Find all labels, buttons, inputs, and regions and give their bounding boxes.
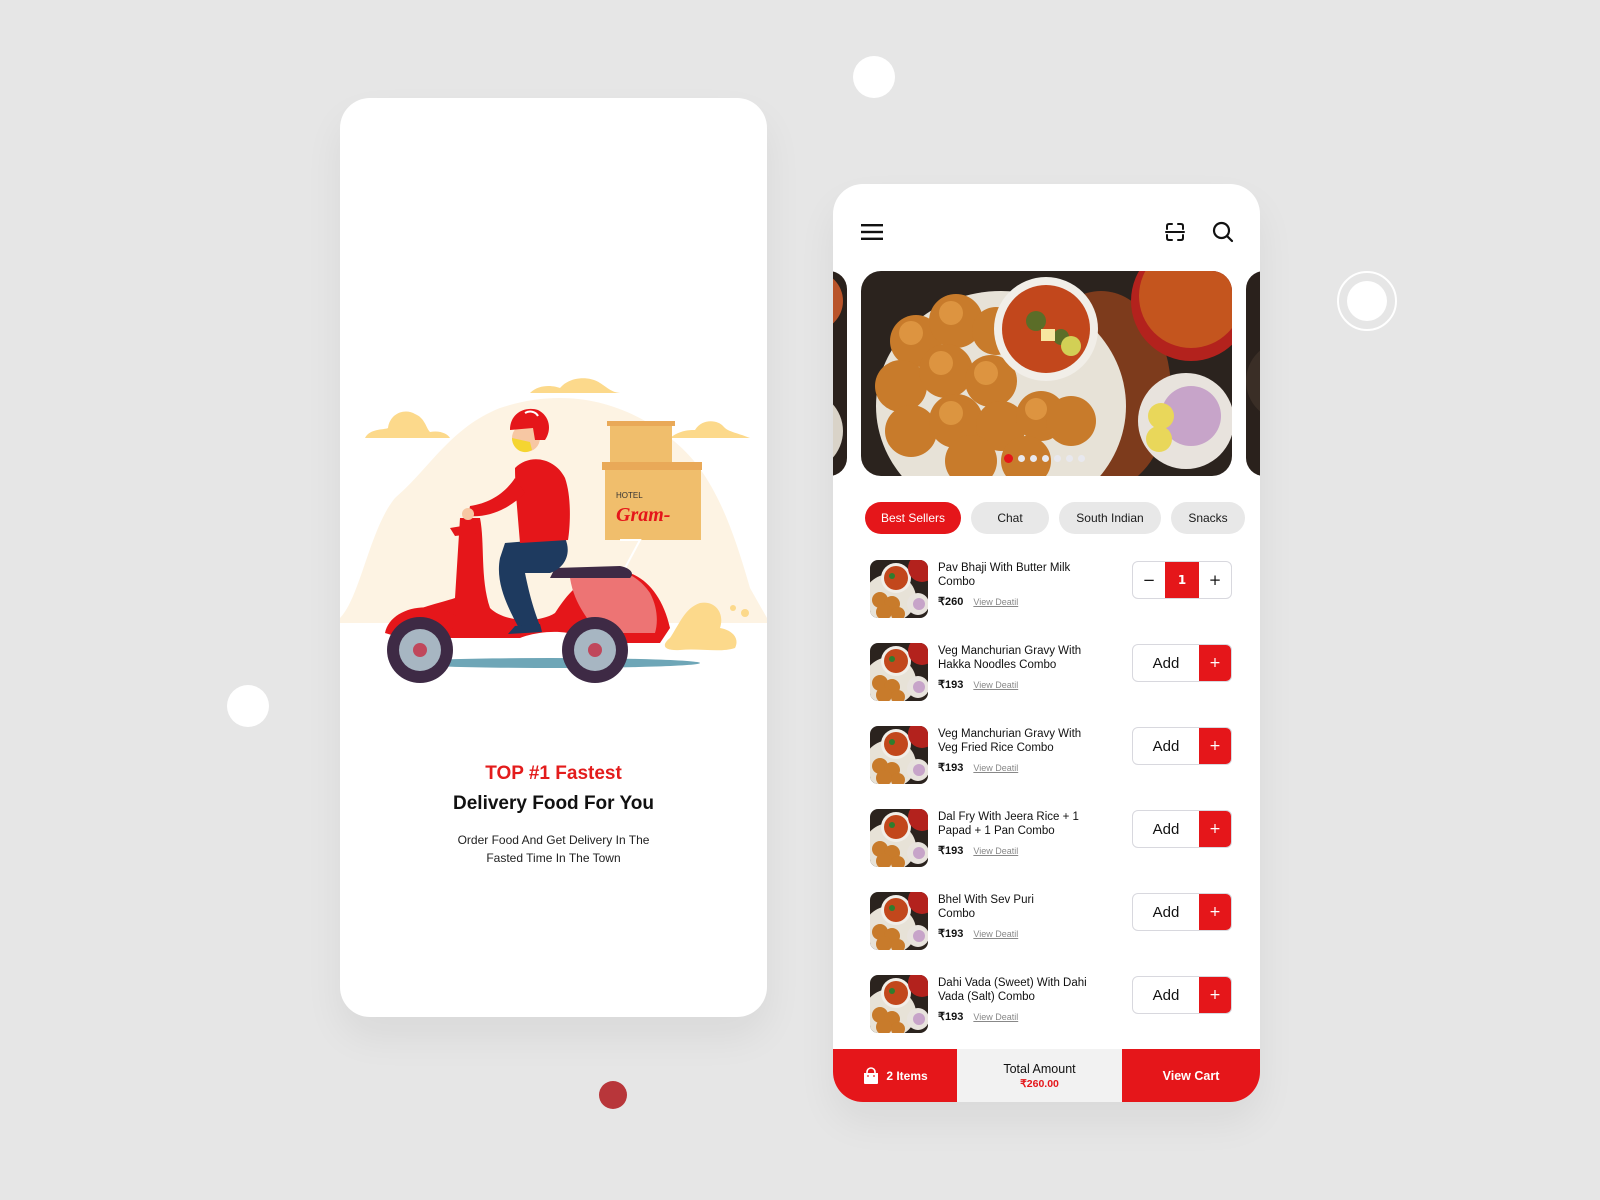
tab-snacks[interactable]: Snacks xyxy=(1171,502,1245,534)
view-detail-link[interactable]: View Deatil xyxy=(973,929,1018,939)
item-price: ₹260 xyxy=(938,596,964,608)
item-price: ₹193 xyxy=(938,679,964,691)
carousel-dot[interactable] xyxy=(1030,455,1037,462)
plus-icon[interactable]: + xyxy=(1199,645,1231,681)
item-name: Dahi Vada (Sweet) With Dahi Vada (Salt) … xyxy=(938,977,1087,1003)
carousel-slide-previous[interactable] xyxy=(833,271,847,476)
splash-screen: HOTEL Gram- TOP #1 Fastest Delivery Food… xyxy=(340,98,767,1017)
cart-summary-bar: 2 Items Total Amount ₹260.00 View Cart xyxy=(833,1049,1260,1102)
view-detail-link[interactable]: View Deatil xyxy=(973,680,1018,690)
add-label[interactable]: Add xyxy=(1133,811,1199,847)
splash-title-highlight: TOP #1 Fastest xyxy=(485,763,622,784)
food-thumbnail[interactable] xyxy=(870,892,928,950)
menu-item-list: Pav Bhaji With Butter Milk Combo ₹260 Vi… xyxy=(833,560,1260,1058)
carousel-dot[interactable] xyxy=(1078,455,1085,462)
plus-icon[interactable]: + xyxy=(1199,811,1231,847)
category-tabs: Best Sellers Chat South Indian Snacks xyxy=(865,502,1245,534)
splash-subtitle: Order Food And Get Delivery In The Faste… xyxy=(340,831,767,867)
carousel-dot[interactable] xyxy=(1042,455,1049,462)
box-label-hotel: HOTEL xyxy=(616,491,643,500)
decorative-ring xyxy=(1337,271,1397,331)
menu-screen: Best Sellers Chat South Indian Snacks Pa… xyxy=(833,184,1260,1102)
total-amount-value: ₹260.00 xyxy=(1020,1077,1059,1090)
add-to-cart-button[interactable]: Add + xyxy=(1132,727,1232,765)
add-label[interactable]: Add xyxy=(1133,977,1199,1013)
plus-icon[interactable]: + xyxy=(1199,894,1231,930)
carousel-dot[interactable] xyxy=(1066,455,1073,462)
decorative-circle-red xyxy=(599,1081,627,1109)
quantity-value: 1 xyxy=(1165,562,1199,598)
menu-item: Dal Fry With Jeera Rice + 1 Papad + 1 Pa… xyxy=(833,809,1260,892)
add-to-cart-button[interactable]: Add + xyxy=(1132,893,1232,931)
food-thumbnail[interactable] xyxy=(870,809,928,867)
decrease-quantity-button[interactable]: − xyxy=(1133,562,1165,598)
quantity-stepper: − 1 + xyxy=(1132,561,1232,599)
item-name: Bhel With Sev Puri Combo xyxy=(938,894,1034,920)
item-name: Veg Manchurian Gravy With Hakka Noodles … xyxy=(938,645,1082,671)
splash-subtitle-line: Fasted Time In The Town xyxy=(486,851,621,865)
increase-quantity-button[interactable]: + xyxy=(1199,562,1231,598)
add-label[interactable]: Add xyxy=(1133,894,1199,930)
plus-icon[interactable]: + xyxy=(1199,977,1231,1013)
decorative-circle xyxy=(227,685,269,727)
tab-chat[interactable]: Chat xyxy=(971,502,1049,534)
carousel-pagination xyxy=(1004,454,1085,463)
menu-item: Bhel With Sev Puri Combo ₹193 View Deati… xyxy=(833,892,1260,975)
food-thumbnail[interactable] xyxy=(870,560,928,618)
banner-carousel[interactable] xyxy=(833,271,1260,476)
add-label[interactable]: Add xyxy=(1133,645,1199,681)
hamburger-menu-icon[interactable] xyxy=(858,218,886,246)
food-thumbnail[interactable] xyxy=(870,975,928,1033)
pav-bhaji-food-image xyxy=(861,271,1232,476)
carousel-dot-active[interactable] xyxy=(1004,454,1013,463)
menu-item: Dahi Vada (Sweet) With Dahi Vada (Salt) … xyxy=(833,975,1260,1058)
food-thumbnail[interactable] xyxy=(870,643,928,701)
menu-item: Veg Manchurian Gravy With Veg Fried Rice… xyxy=(833,726,1260,809)
carousel-dot[interactable] xyxy=(1018,455,1025,462)
item-price: ₹193 xyxy=(938,928,964,940)
view-detail-link[interactable]: View Deatil xyxy=(973,1012,1018,1022)
item-price: ₹193 xyxy=(938,1011,964,1023)
delivery-scooter-illustration: HOTEL Gram- xyxy=(340,378,767,683)
add-to-cart-button[interactable]: Add + xyxy=(1132,976,1232,1014)
tab-best-sellers[interactable]: Best Sellers xyxy=(865,502,961,534)
item-price: ₹193 xyxy=(938,762,964,774)
box-label-brand: Gram- xyxy=(616,504,670,526)
food-thumbnail[interactable] xyxy=(870,726,928,784)
view-detail-link[interactable]: View Deatil xyxy=(973,763,1018,773)
top-bar xyxy=(833,218,1260,248)
add-label[interactable]: Add xyxy=(1133,728,1199,764)
cart-items-button[interactable]: 2 Items xyxy=(833,1049,957,1102)
total-amount: Total Amount ₹260.00 xyxy=(957,1049,1122,1102)
splash-title: Delivery Food For You xyxy=(453,793,654,814)
add-to-cart-button[interactable]: Add + xyxy=(1132,810,1232,848)
view-detail-link[interactable]: View Deatil xyxy=(973,597,1018,607)
search-icon[interactable] xyxy=(1209,218,1237,246)
scan-icon[interactable] xyxy=(1161,218,1189,246)
view-cart-button[interactable]: View Cart xyxy=(1122,1049,1260,1102)
tab-south-indian[interactable]: South Indian xyxy=(1059,502,1161,534)
shopping-bag-icon xyxy=(864,1066,879,1084)
menu-item: Veg Manchurian Gravy With Hakka Noodles … xyxy=(833,643,1260,726)
carousel-slide-active[interactable] xyxy=(861,271,1232,476)
item-price: ₹193 xyxy=(938,845,964,857)
total-amount-label: Total Amount xyxy=(1003,1061,1076,1076)
cart-items-count: 2 Items xyxy=(886,1068,928,1083)
item-name: Pav Bhaji With Butter Milk Combo xyxy=(938,562,1071,588)
splash-subtitle-line: Order Food And Get Delivery In The xyxy=(457,833,650,847)
view-detail-link[interactable]: View Deatil xyxy=(973,846,1018,856)
decorative-circle xyxy=(853,56,895,98)
carousel-slide-next[interactable] xyxy=(1246,271,1260,476)
menu-item: Pav Bhaji With Butter Milk Combo ₹260 Vi… xyxy=(833,560,1260,643)
carousel-dot[interactable] xyxy=(1054,455,1061,462)
plus-icon[interactable]: + xyxy=(1199,728,1231,764)
item-name: Dal Fry With Jeera Rice + 1 Papad + 1 Pa… xyxy=(938,811,1079,837)
item-name: Veg Manchurian Gravy With Veg Fried Rice… xyxy=(938,728,1082,754)
add-to-cart-button[interactable]: Add + xyxy=(1132,644,1232,682)
